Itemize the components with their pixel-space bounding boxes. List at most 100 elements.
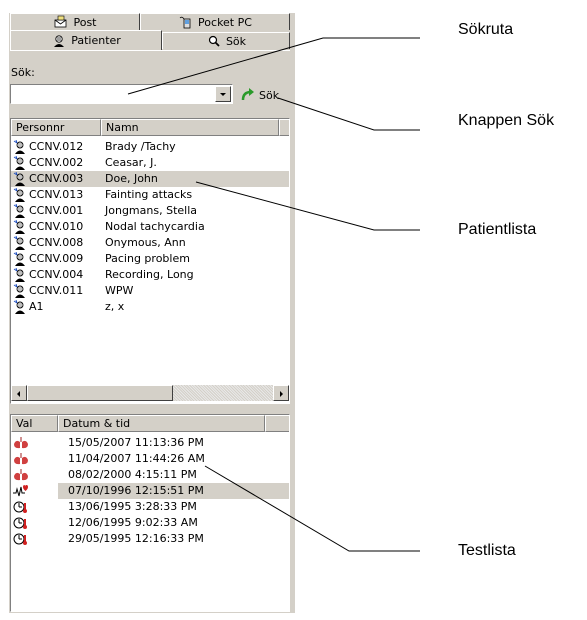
column-header-empty [279, 119, 289, 136]
column-header-val[interactable]: Val [11, 415, 58, 432]
patient-personnr: CCNV.003 [29, 172, 84, 185]
dropdown-button[interactable] [215, 86, 231, 102]
patient-name: Recording, Long [105, 268, 194, 281]
patient-name: Jongmans, Stella [105, 204, 197, 217]
patient-personnr: CCNV.001 [29, 204, 84, 217]
chevron-right-icon [280, 391, 283, 397]
tab-content-divider [10, 50, 290, 51]
callout-sokruta: Sökruta [458, 21, 514, 38]
tab-patienter[interactable]: Patienter [10, 30, 162, 50]
tab-pocket-pc[interactable]: Pocket PC [140, 13, 290, 30]
callout-line-knappen-sok [277, 97, 420, 131]
patient-row[interactable]: CCNV.013 Fainting attacks [11, 187, 289, 203]
patient-name: WPW [105, 284, 134, 297]
tab-sok-label: Sök [225, 34, 247, 48]
patient-personnr: A1 [29, 300, 44, 313]
test-datetime: 29/05/1995 12:16:33 PM [68, 532, 204, 545]
column-header-datum[interactable]: Datum & tid [58, 415, 265, 432]
patient-icon [13, 203, 27, 218]
patient-name: Onymous, Ann [105, 236, 186, 249]
mailbox-icon [55, 15, 67, 28]
search-input[interactable] [10, 84, 233, 104]
patient-icon [54, 34, 65, 47]
lungs-icon [13, 468, 29, 482]
column-header-namn[interactable]: Namn [101, 119, 279, 136]
callout-patientlista: Patientlista [458, 221, 537, 238]
test-datetime: 15/05/2007 11:13:36 PM [68, 436, 204, 449]
test-datetime: 11/04/2007 11:44:26 AM [68, 452, 205, 465]
patient-personnr: CCNV.011 [29, 284, 84, 297]
patient-icon [13, 171, 27, 186]
test-row[interactable]: 11/04/2007 11:44:26 AM [11, 451, 289, 467]
patient-row[interactable]: CCNV.011 WPW [11, 283, 289, 299]
column-header-personnr[interactable]: Personnr [11, 119, 101, 136]
chevron-down-icon [220, 93, 226, 96]
patient-personnr: CCNV.012 [29, 140, 84, 153]
patient-row[interactable]: CCNV.001 Jongmans, Stella [11, 203, 289, 219]
test-row[interactable]: 15/05/2007 11:13:36 PM [11, 435, 289, 451]
patient-icon [13, 219, 27, 234]
pocket-pc-icon [179, 16, 191, 29]
ecg-heart-icon [13, 484, 29, 498]
patient-row[interactable]: CCNV.008 Onymous, Ann [11, 235, 289, 251]
patient-row[interactable]: CCNV.003 Doe, John [11, 171, 289, 187]
patient-personnr: CCNV.004 [29, 268, 84, 281]
search-label: Sök: [11, 66, 35, 79]
patient-row[interactable]: CCNV.002 Ceasar, J. [11, 155, 289, 171]
chevron-left-icon [17, 391, 20, 397]
test-datetime: 07/10/1996 12:15:51 PM [68, 484, 204, 497]
patient-personnr: CCNV.002 [29, 156, 84, 169]
patient-row[interactable]: CCNV.010 Nodal tachycardia [11, 219, 289, 235]
search-input-field[interactable] [13, 86, 213, 102]
patient-list[interactable]: Personnr Namn CCNV.012 Brady /Tachy CCNV.0… [10, 118, 290, 404]
callout-testlista: Testlista [458, 542, 516, 559]
clock-thermometer-icon [13, 500, 29, 514]
patient-name: z, x [105, 300, 125, 313]
scroll-right-button[interactable] [273, 385, 289, 401]
tab-sok[interactable]: Sök [162, 32, 290, 49]
test-row[interactable]: 13/06/1995 3:28:33 PM [11, 499, 289, 515]
column-header-empty2 [265, 415, 289, 432]
patient-icon [13, 267, 27, 282]
patient-name: Pacing problem [105, 252, 190, 265]
patient-personnr: CCNV.013 [29, 188, 84, 201]
patient-list-hscrollbar[interactable] [11, 385, 289, 401]
patient-icon [13, 139, 27, 154]
test-row[interactable]: 12/06/1995 9:02:33 AM [11, 515, 289, 531]
test-row[interactable]: 07/10/1996 12:15:51 PM [13, 483, 289, 499]
clock-thermometer-icon [13, 532, 29, 546]
patient-icon [13, 235, 27, 250]
patient-name: Brady /Tachy [105, 140, 176, 153]
patient-row[interactable]: A1 z, x [11, 299, 289, 315]
patient-icon [13, 299, 27, 314]
tab-pocket-pc-label: Pocket PC [198, 15, 252, 29]
patient-row[interactable]: CCNV.012 Brady /Tachy [11, 139, 289, 155]
scroll-thumb[interactable] [27, 385, 173, 401]
search-button[interactable]: Sök [240, 86, 290, 104]
search-icon [208, 35, 220, 47]
patient-name: Fainting attacks [105, 188, 193, 201]
tab-patienter-label: Patienter [71, 34, 121, 47]
patient-icon [13, 283, 27, 298]
patient-icon [13, 251, 27, 266]
callout-knappen-sok: Knappen Sök [458, 112, 555, 129]
patient-row[interactable]: CCNV.009 Pacing problem [11, 251, 289, 267]
patient-icon [13, 187, 27, 202]
patient-name: Nodal tachycardia [105, 220, 205, 233]
patient-personnr: CCNV.008 [29, 236, 84, 249]
patient-name: Ceasar, J. [105, 156, 157, 169]
test-row[interactable]: 08/02/2000 4:15:11 PM [11, 467, 289, 483]
tab-post[interactable]: Post [10, 13, 140, 30]
search-button-label: Sök [259, 88, 280, 102]
patient-icon [13, 155, 27, 170]
patient-personnr: CCNV.010 [29, 220, 84, 233]
lungs-icon [13, 452, 29, 466]
scroll-left-button[interactable] [11, 385, 27, 401]
test-row[interactable]: 29/05/1995 12:16:33 PM [11, 531, 289, 547]
test-datetime: 13/06/1995 3:28:33 PM [68, 500, 197, 513]
green-arrow-icon [241, 88, 254, 101]
test-list[interactable]: Val Datum & tid 15/05/2007 11:13:36 PM 11… [10, 414, 290, 612]
test-datetime: 08/02/2000 4:15:11 PM [68, 468, 197, 481]
clock-thermometer-icon [13, 516, 29, 530]
patient-row[interactable]: CCNV.004 Recording, Long [11, 267, 289, 283]
